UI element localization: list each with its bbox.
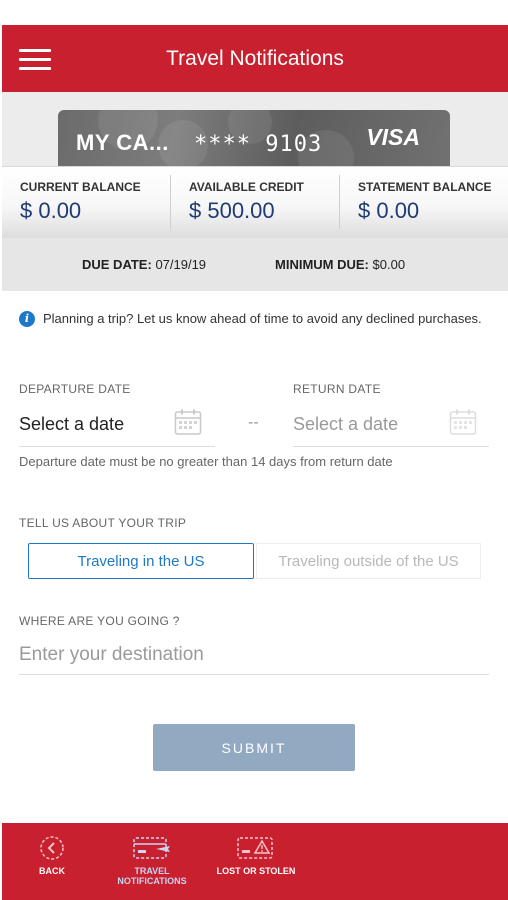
traveling-in-us-option[interactable]: Traveling in the US [28, 543, 254, 579]
departure-date-field[interactable]: Select a date [19, 404, 215, 447]
calendar-icon[interactable] [174, 408, 202, 436]
statement-balance-label: STATEMENT BALANCE [358, 180, 492, 194]
current-balance: CURRENT BALANCE $ 0.00 [20, 167, 170, 239]
due-info-row: DUE DATE: 07/19/19 MINIMUM DUE: $0.00 [2, 238, 508, 291]
status-area [0, 0, 508, 25]
minimum-due: MINIMUM DUE: $0.00 [275, 257, 405, 272]
return-date-placeholder: Select a date [293, 414, 399, 434]
trip-type-label: TELL US ABOUT YOUR TRIP [19, 516, 187, 530]
visa-logo: VISA [366, 124, 420, 150]
available-credit: AVAILABLE CREDIT $ 500.00 [189, 167, 339, 239]
divider [339, 175, 340, 229]
nav-lost-or-stolen-label: LOST OR STOLEN [216, 866, 296, 876]
minimum-due-value: $0.00 [372, 257, 406, 272]
submit-button[interactable]: SUBMIT [153, 724, 355, 771]
nav-back[interactable]: BACK [22, 823, 82, 900]
bottom-navigation: BACK TRAVEL NOTIFICATIONS LOST OR STOLEN [2, 823, 508, 900]
statement-balance: STATEMENT BALANCE $ 0.00 [358, 167, 508, 239]
card-alert-icon [237, 837, 273, 859]
departure-date-placeholder: Select a date [19, 414, 125, 434]
destination-label: WHERE ARE YOU GOING ? [19, 614, 180, 628]
current-balance-value: $ 0.00 [20, 198, 82, 223]
calendar-icon[interactable] [449, 408, 477, 436]
date-separator: -- [248, 414, 259, 431]
app-header: Travel Notifications [2, 25, 508, 92]
current-balance-label: CURRENT BALANCE [20, 180, 141, 194]
card-number: **** 9103 [194, 132, 323, 157]
traveling-outside-us-option[interactable]: Traveling outside of the US [256, 543, 481, 579]
card-name: MY CA... [76, 130, 169, 155]
page-title: Travel Notifications [166, 47, 344, 70]
destination-input[interactable] [19, 636, 489, 675]
nav-back-label: BACK [39, 866, 65, 876]
divider [170, 175, 171, 229]
info-icon: i [19, 311, 35, 327]
minimum-due-label: MINIMUM DUE: [275, 257, 369, 272]
info-text: Planning a trip? Let us know ahead of ti… [43, 311, 482, 326]
available-credit-label: AVAILABLE CREDIT [189, 180, 304, 194]
nav-travel-notifications-label: TRAVEL NOTIFICATIONS [117, 866, 187, 886]
return-date-field[interactable]: Select a date [293, 404, 489, 447]
balance-summary: CURRENT BALANCE $ 0.00 AVAILABLE CREDIT … [2, 166, 508, 239]
date-hint: Departure date must be no greater than 1… [19, 454, 393, 469]
available-credit-value: $ 500.00 [189, 198, 275, 223]
departure-date-label: DEPARTURE DATE [19, 382, 131, 396]
due-date-label: DUE DATE: [82, 257, 152, 272]
credit-card-image: MY CA... **** 9103 VISA [58, 110, 450, 167]
back-circle-icon [40, 836, 64, 860]
statement-balance-value: $ 0.00 [358, 198, 420, 223]
return-date-label: RETURN DATE [293, 382, 381, 396]
nav-travel-notifications[interactable]: TRAVEL NOTIFICATIONS [110, 823, 194, 900]
due-date: DUE DATE: 07/19/19 [82, 257, 206, 272]
card-plane-icon [133, 837, 170, 859]
due-date-value: 07/19/19 [155, 257, 207, 272]
nav-lost-or-stolen[interactable]: LOST OR STOLEN [210, 823, 302, 900]
